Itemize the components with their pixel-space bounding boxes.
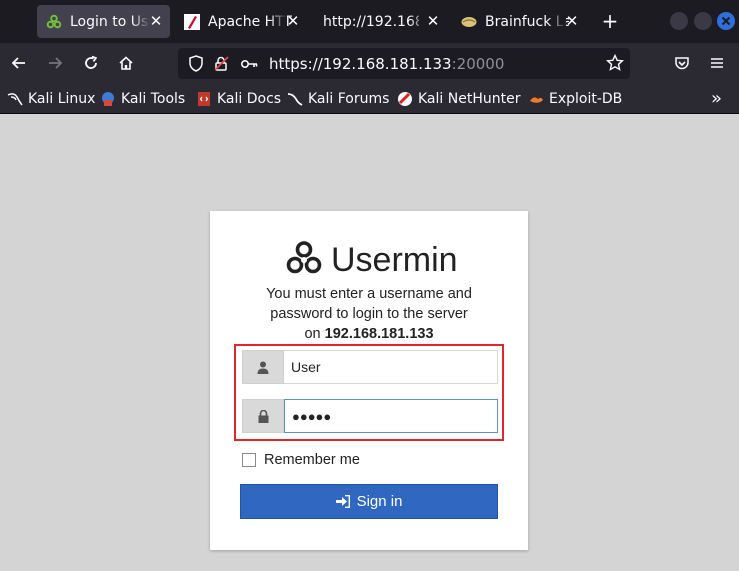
bookmarks-toolbar: Kali Linux Kali Tools Kali Docs Kali For… bbox=[0, 84, 739, 114]
tab-close-icon[interactable]: ✕ bbox=[564, 13, 580, 29]
login-message-line: You must enter a username and bbox=[266, 286, 472, 302]
bookmark-kali-docs[interactable]: Kali Docs bbox=[196, 90, 281, 108]
username-input[interactable]: User bbox=[284, 350, 498, 384]
tab-strip: Login to Usermin ✕ Apache HTTP Server ✕ … bbox=[0, 0, 739, 43]
pocket-icon[interactable] bbox=[672, 53, 692, 73]
apache-tab-icon bbox=[184, 13, 200, 30]
bookmark-label: Kali Forums bbox=[308, 91, 390, 107]
login-panel: Usermin You must enter a username and pa… bbox=[210, 211, 528, 550]
home-icon[interactable] bbox=[116, 53, 136, 73]
bookmark-exploit-db[interactable]: Exploit-DB bbox=[528, 90, 622, 108]
bookmark-kali-linux[interactable]: Kali Linux bbox=[7, 90, 95, 108]
server-address: 192.168.181.133 bbox=[324, 326, 434, 342]
insecure-lock-icon[interactable] bbox=[213, 55, 230, 76]
lock-icon bbox=[242, 399, 284, 433]
remember-me[interactable]: Remember me bbox=[242, 452, 360, 468]
username-field-group: User bbox=[242, 350, 498, 384]
login-message-on: on bbox=[304, 326, 321, 342]
brand: Usermin bbox=[285, 240, 458, 280]
reload-icon[interactable] bbox=[81, 53, 101, 73]
password-field-group: ●●●●● bbox=[242, 399, 498, 433]
nethunter-icon bbox=[397, 91, 413, 107]
kali-dragon-icon bbox=[7, 91, 23, 107]
password-input[interactable]: ●●●●● bbox=[284, 399, 498, 433]
remember-me-checkbox[interactable] bbox=[242, 453, 256, 467]
bookmark-kali-tools[interactable]: Kali Tools bbox=[100, 90, 185, 108]
exploit-db-icon bbox=[528, 91, 544, 107]
minimize-icon[interactable] bbox=[670, 12, 688, 30]
url-text[interactable]: https://192.168.181.133:20000 bbox=[269, 55, 504, 73]
tab-brainfuck[interactable]: Brainfuck Language ✕ bbox=[452, 5, 586, 38]
url-host: https://192.168.181.133 bbox=[269, 55, 452, 73]
tab-close-icon[interactable]: ✕ bbox=[285, 13, 301, 29]
kali-docs-icon bbox=[196, 91, 212, 107]
tab-close-icon[interactable]: ✕ bbox=[148, 13, 164, 29]
bookmark-label: Kali NetHunter bbox=[418, 91, 521, 107]
maximize-icon[interactable] bbox=[694, 12, 712, 30]
address-bar[interactable]: https://192.168.181.133:20000 bbox=[178, 48, 630, 79]
window-close-icon[interactable] bbox=[717, 12, 735, 30]
login-message-server-line: on 192.168.181.133 bbox=[210, 324, 528, 344]
usermin-logo-icon bbox=[285, 240, 323, 280]
tab-close-icon[interactable]: ✕ bbox=[425, 13, 441, 29]
bookmark-label: Kali Tools bbox=[121, 91, 186, 107]
login-message-line: password to login to the server bbox=[270, 306, 468, 322]
menu-hamburger-icon[interactable] bbox=[707, 53, 727, 73]
url-port: :20000 bbox=[451, 55, 505, 73]
tab-apache[interactable]: Apache HTTP Server ✕ bbox=[175, 5, 307, 38]
bookmark-star-icon[interactable] bbox=[605, 53, 625, 76]
sign-in-button[interactable]: Sign in bbox=[240, 484, 498, 519]
shield-icon[interactable] bbox=[188, 55, 204, 76]
key-icon[interactable] bbox=[240, 56, 258, 75]
login-message: You must enter a username and password t… bbox=[210, 284, 528, 344]
navigation-toolbar: https://192.168.181.133:20000 bbox=[0, 43, 739, 84]
app-title: Usermin bbox=[331, 240, 458, 279]
forward-arrow-icon[interactable] bbox=[45, 53, 65, 73]
tab-title: http://192.168.181.133 bbox=[323, 13, 419, 30]
bookmark-kali-forums[interactable]: Kali Forums bbox=[287, 90, 389, 108]
tab-usermin-login[interactable]: Login to Usermin ✕ bbox=[37, 5, 170, 38]
bookmark-kali-nethunter[interactable]: Kali NetHunter bbox=[397, 90, 520, 108]
back-arrow-icon[interactable] bbox=[9, 53, 29, 73]
remember-me-label: Remember me bbox=[264, 452, 360, 468]
sign-in-icon bbox=[335, 495, 350, 508]
tab-ip-address[interactable]: http://192.168.181.133 ✕ bbox=[313, 5, 447, 38]
bookmark-label: Exploit-DB bbox=[549, 91, 623, 107]
kali-forums-icon bbox=[287, 91, 303, 107]
bookmark-label: Kali Linux bbox=[28, 91, 96, 107]
user-icon bbox=[242, 350, 284, 384]
sign-in-label: Sign in bbox=[356, 493, 403, 510]
brainfuck-tab-icon bbox=[461, 14, 477, 30]
more-bookmarks-chevron-icon[interactable]: » bbox=[711, 88, 722, 109]
usermin-tab-icon bbox=[46, 14, 62, 30]
new-tab-plus-icon[interactable]: + bbox=[600, 11, 620, 31]
kali-tools-icon bbox=[100, 91, 116, 107]
bookmark-label: Kali Docs bbox=[217, 91, 282, 107]
highlight-box: User ●●●●● bbox=[234, 344, 504, 441]
